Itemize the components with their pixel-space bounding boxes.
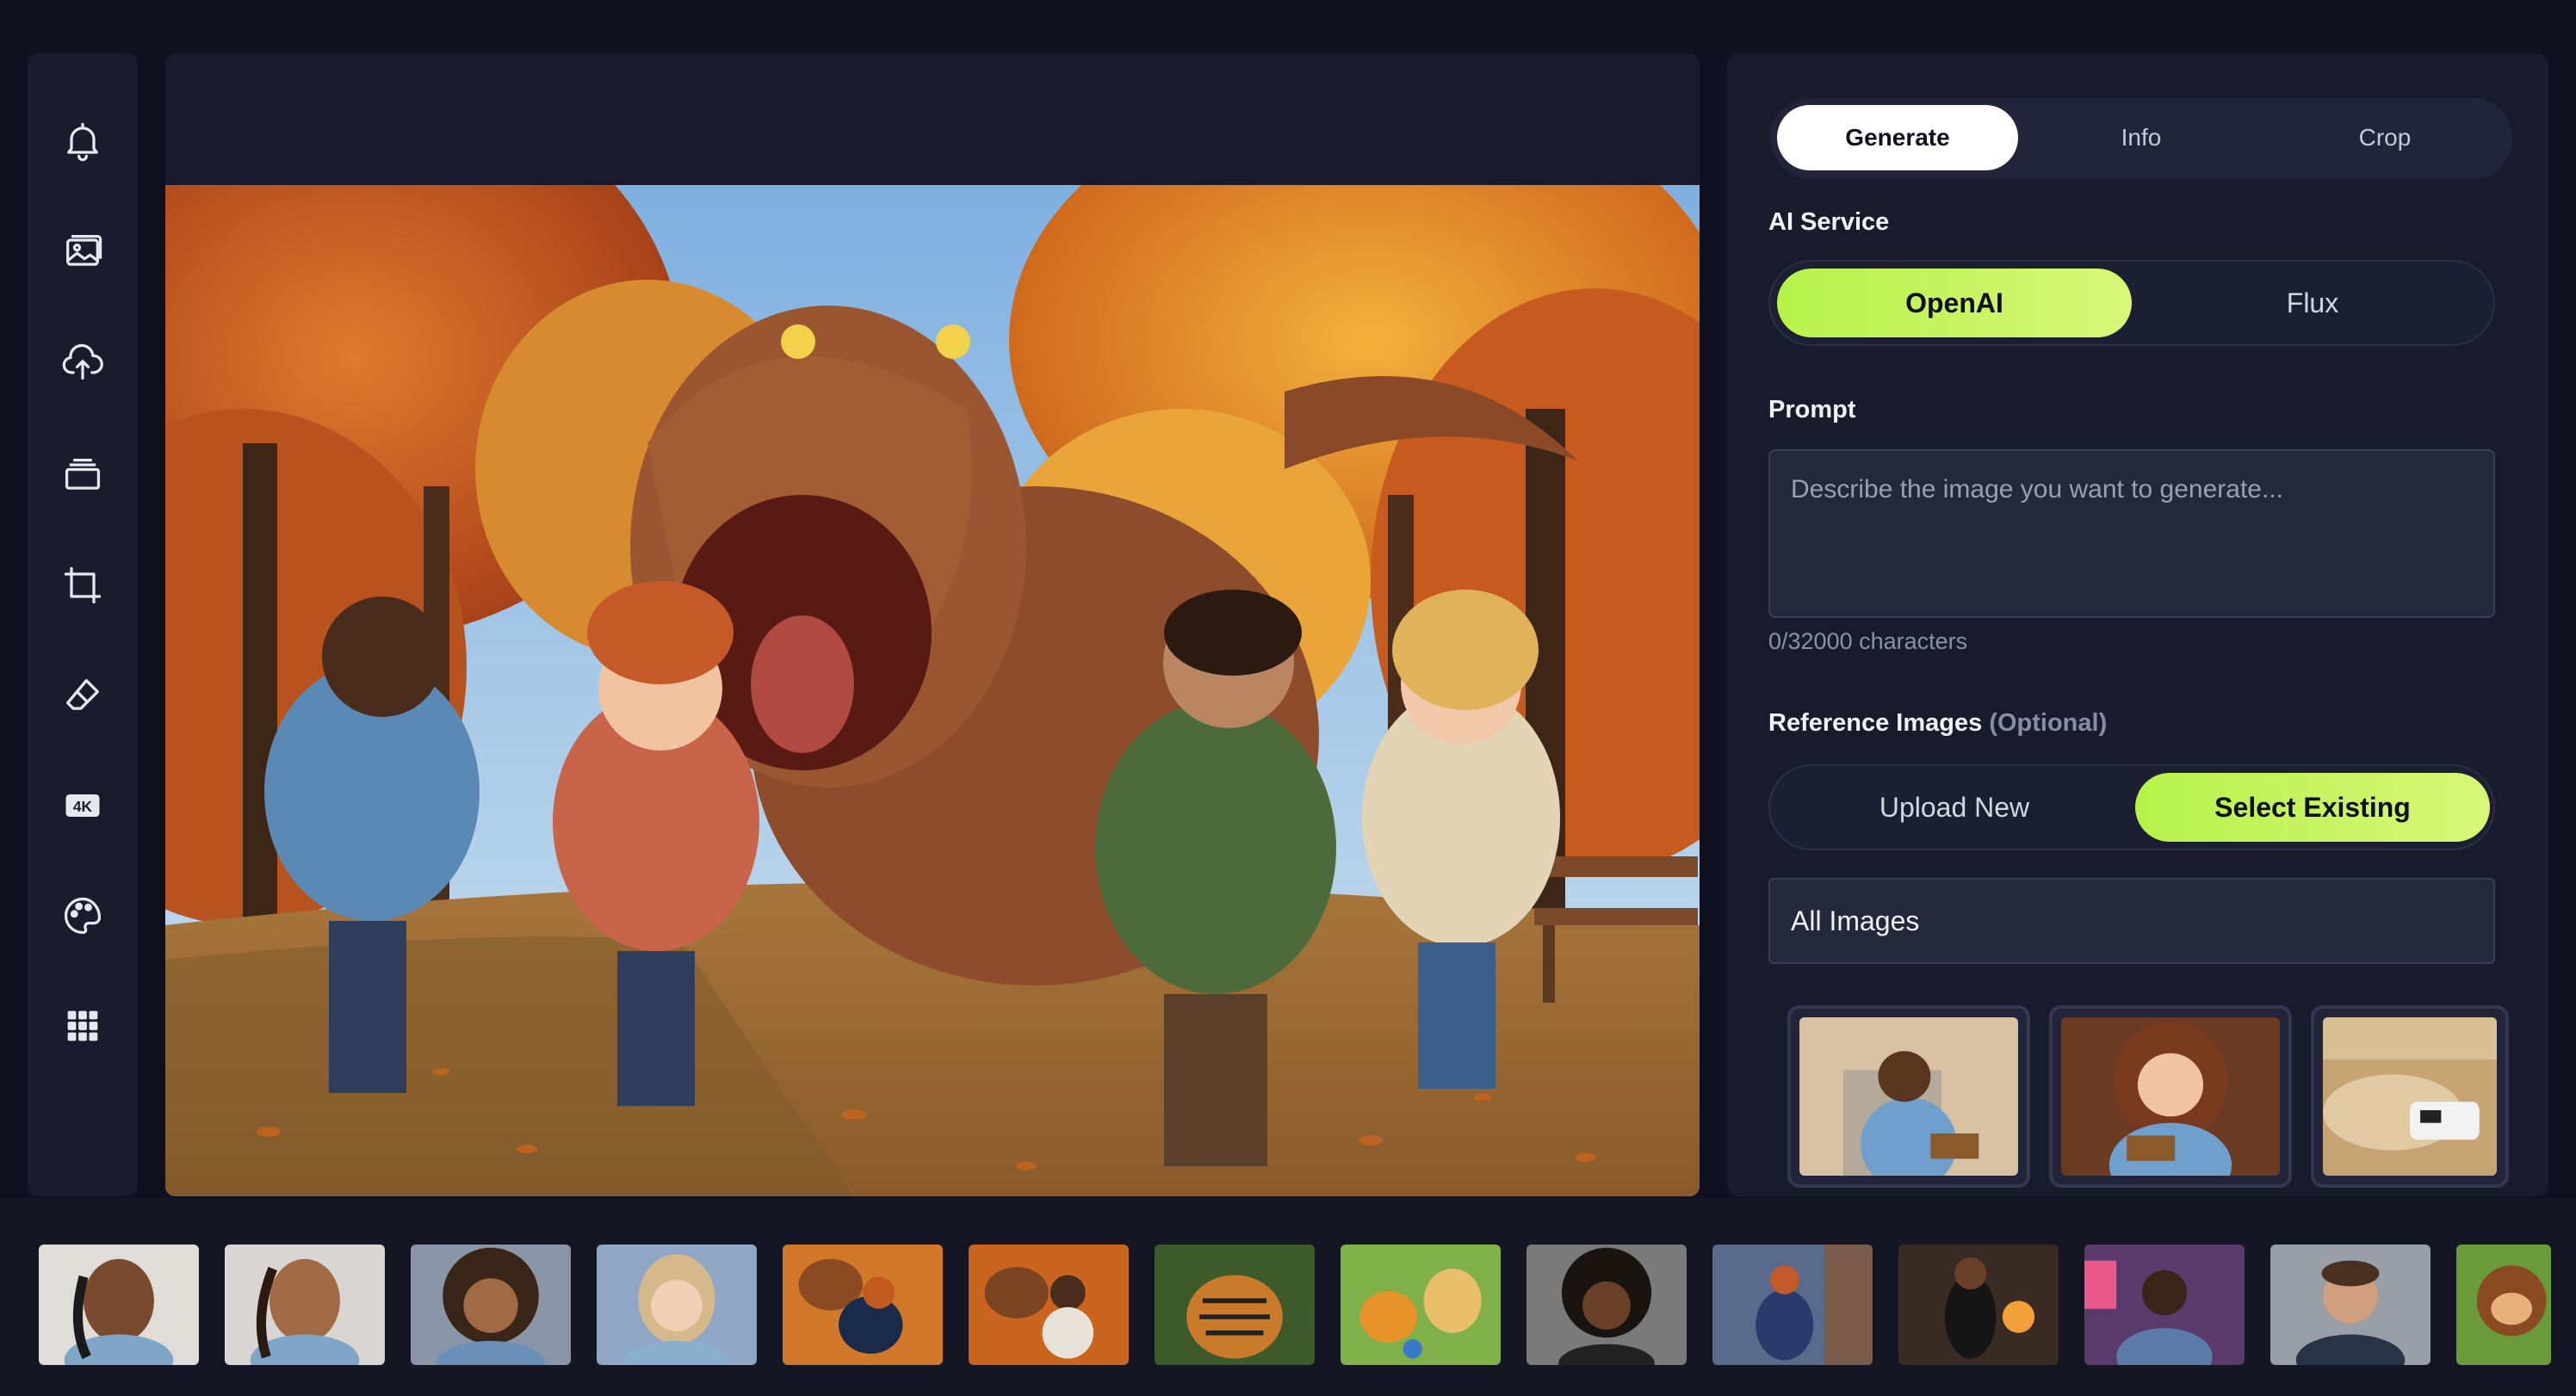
- tab-info[interactable]: Info: [2021, 105, 2262, 170]
- cloud-upload-icon: [62, 343, 103, 380]
- bell-icon: [67, 122, 98, 162]
- panel-tabs: Generate Info Crop: [1770, 98, 2512, 179]
- image-viewer: [165, 53, 1700, 1196]
- grid-icon: [67, 1010, 98, 1041]
- reference-images-label: Reference Images (Optional): [1768, 709, 2107, 738]
- ai-service-label: AI Service: [1768, 208, 1890, 236]
- layers-icon: [65, 459, 101, 490]
- reference-thumbnail[interactable]: [2311, 1005, 2509, 1188]
- left-toolbar: 4K: [28, 53, 138, 1196]
- ai-service-toggle: OpenAI Flux: [1768, 260, 2495, 346]
- prompt-label: Prompt: [1768, 396, 1856, 423]
- openai-option[interactable]: OpenAI: [1777, 269, 2132, 337]
- upscale-4k-icon: 4K: [65, 794, 100, 817]
- history-thumbnail[interactable]: [2084, 1245, 2245, 1365]
- palette-icon: [64, 897, 102, 935]
- crop-button[interactable]: [48, 551, 117, 620]
- generated-image[interactable]: [165, 185, 1700, 1196]
- upscale-4k-label: 4K: [73, 798, 93, 815]
- history-thumbnail[interactable]: [1898, 1245, 2059, 1365]
- tab-generate[interactable]: Generate: [1777, 105, 2018, 170]
- history-thumbnail[interactable]: [2270, 1245, 2430, 1365]
- prompt-input[interactable]: [1768, 449, 2495, 618]
- history-thumbnail[interactable]: [2456, 1245, 2551, 1365]
- history-thumbnail[interactable]: [783, 1245, 943, 1365]
- layers-button[interactable]: [48, 441, 117, 510]
- crop-icon: [64, 566, 102, 604]
- history-thumbnail[interactable]: [1712, 1245, 1873, 1365]
- reference-source-toggle: Upload New Select Existing: [1768, 764, 2495, 850]
- notifications-button[interactable]: [48, 107, 117, 176]
- history-thumbnail[interactable]: [969, 1245, 1129, 1365]
- reference-thumbnail[interactable]: [2049, 1005, 2292, 1188]
- prompt-char-count: 0/32000 characters: [1768, 628, 1968, 654]
- style-button[interactable]: [48, 881, 117, 950]
- history-thumbnail[interactable]: [1341, 1245, 1501, 1365]
- eraser-button[interactable]: [48, 661, 117, 730]
- select-existing-option[interactable]: Select Existing: [2135, 773, 2490, 842]
- image-gallery-icon: [66, 235, 102, 266]
- reference-images-title: Reference Images: [1768, 709, 1983, 737]
- reference-optional-tag: (Optional): [1989, 709, 2108, 737]
- eraser-icon: [66, 679, 99, 710]
- upload-button[interactable]: [48, 329, 117, 398]
- apps-grid-button[interactable]: [48, 991, 117, 1060]
- history-thumbnail[interactable]: [1526, 1245, 1687, 1365]
- flux-option[interactable]: Flux: [2135, 269, 2490, 337]
- upscale-4k-button[interactable]: 4K: [48, 771, 117, 840]
- history-thumbnail[interactable]: [411, 1245, 571, 1365]
- image-filter-select[interactable]: All Images: [1768, 878, 2495, 964]
- image-history-strip: [0, 1198, 2576, 1396]
- right-panel: Generate Info Crop AI Service OpenAI Flu…: [1727, 53, 2548, 1196]
- history-thumbnail[interactable]: [1155, 1245, 1315, 1365]
- upload-new-option[interactable]: Upload New: [1777, 773, 2132, 842]
- gallery-button[interactable]: [48, 217, 117, 286]
- history-thumbnail[interactable]: [597, 1245, 757, 1365]
- history-thumbnail[interactable]: [39, 1245, 199, 1365]
- tab-crop[interactable]: Crop: [2264, 105, 2505, 170]
- history-thumbnail[interactable]: [225, 1245, 385, 1365]
- reference-thumbnail[interactable]: [1787, 1005, 2030, 1188]
